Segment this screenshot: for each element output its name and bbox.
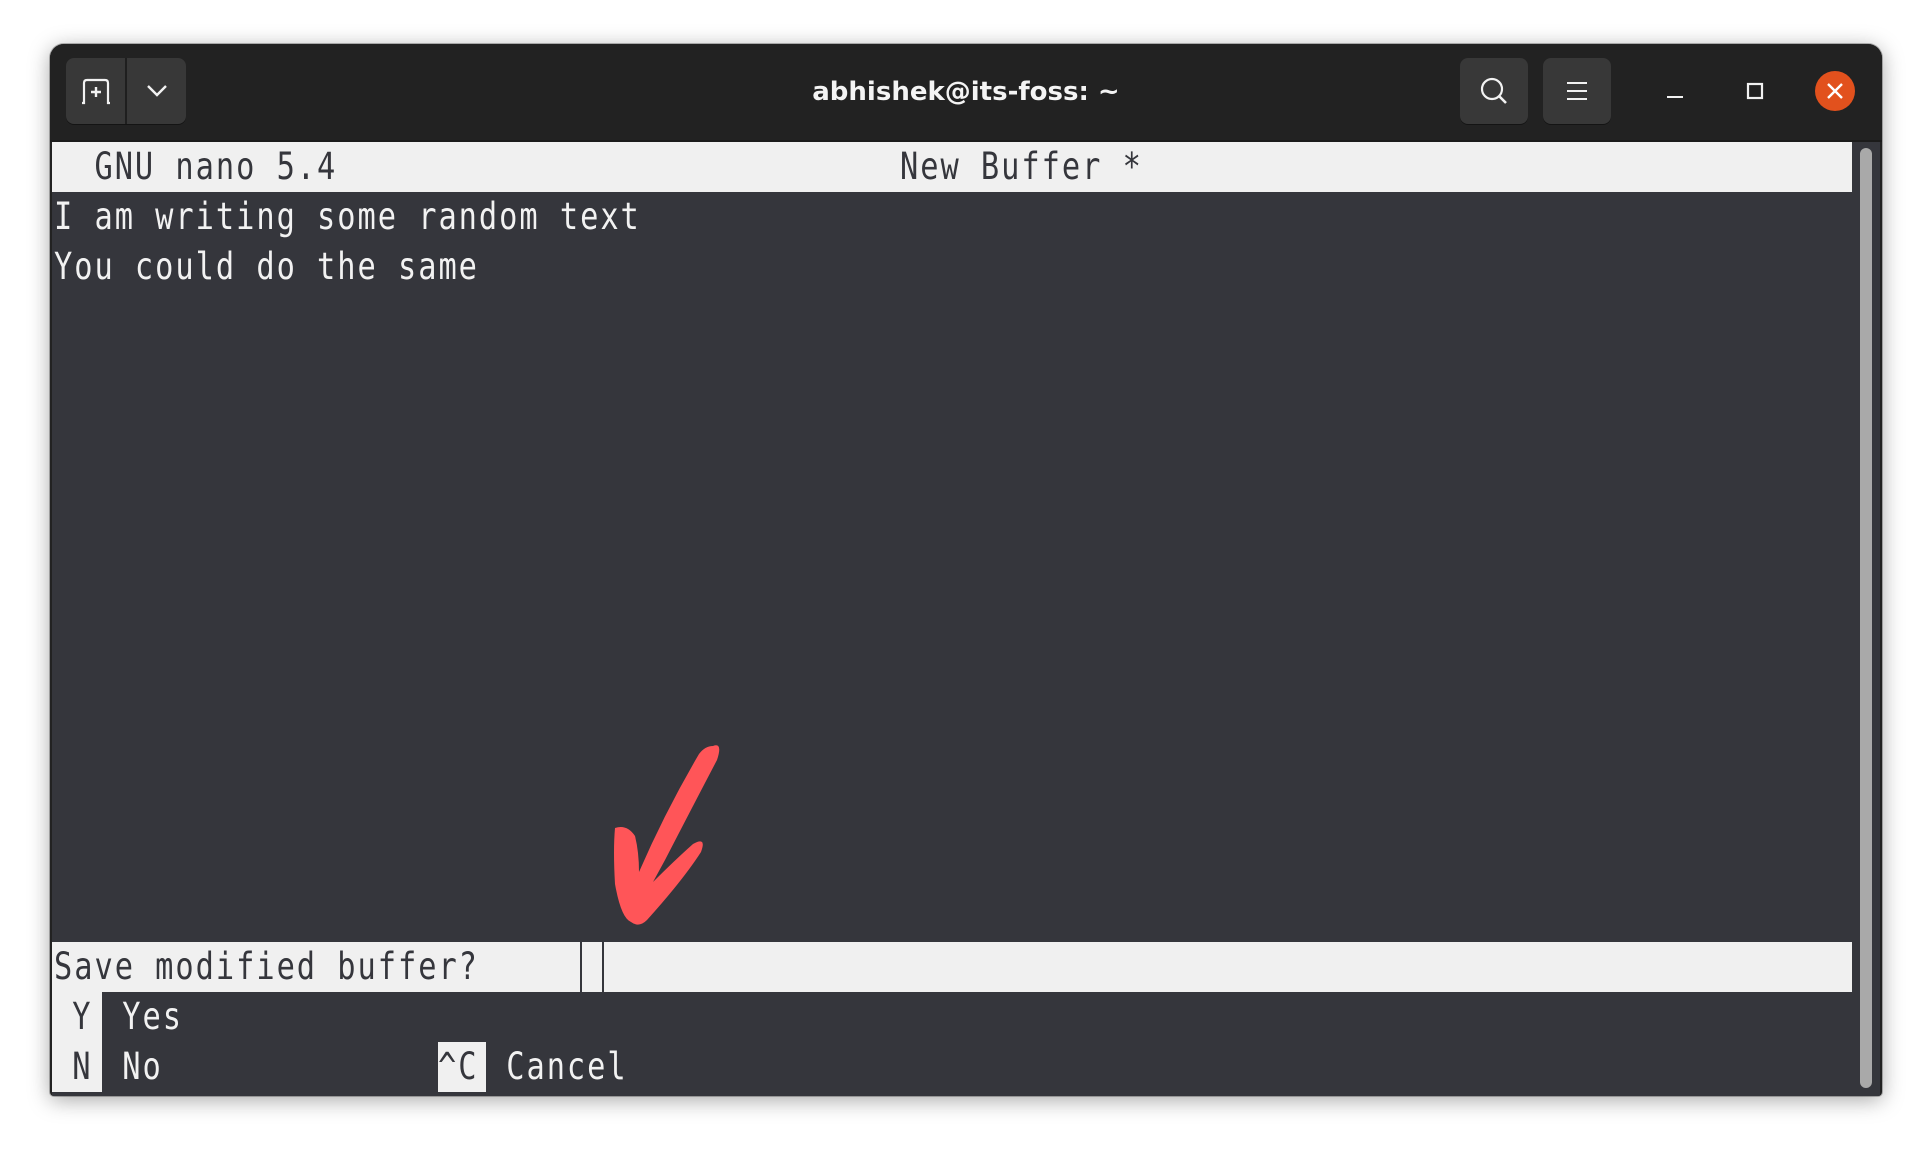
text-line-1: I am writing some random text [54, 195, 641, 238]
new-tab-split-button [66, 58, 186, 124]
prompt-cursor [580, 942, 604, 992]
scrollbar[interactable] [1860, 148, 1872, 1088]
buffer-name: New Buffer * [900, 145, 1143, 188]
shortcut-label-yes[interactable]: Yes [102, 992, 402, 1042]
search-icon [1479, 76, 1509, 106]
minimize-button[interactable] [1650, 66, 1700, 116]
header-bar: abhishek@its-foss: ~ [50, 44, 1882, 142]
chevron-down-icon [146, 84, 168, 98]
new-tab-button[interactable] [66, 58, 125, 124]
prompt-bar[interactable]: Save modified buffer? [52, 942, 1852, 992]
search-button[interactable] [1460, 58, 1528, 124]
nano-title-bar: GNU nano 5.4 New Buffer * [52, 142, 1852, 192]
close-icon [1826, 82, 1844, 100]
hamburger-menu-icon [1566, 81, 1588, 101]
text-line-2: You could do the same [54, 245, 479, 288]
annotation-arrow-icon [595, 732, 725, 932]
shortcut-key-cancel[interactable]: ^C [438, 1042, 486, 1092]
shortcut-label-cancel[interactable]: Cancel [486, 1042, 786, 1092]
close-button[interactable] [1810, 66, 1860, 116]
shortcut-label-no[interactable]: No [102, 1042, 402, 1092]
maximize-icon [1746, 82, 1764, 100]
minimize-icon [1666, 81, 1684, 101]
menu-button[interactable] [1543, 58, 1611, 124]
tab-dropdown-button[interactable] [125, 58, 186, 124]
terminal-window: abhishek@its-foss: ~ GNU nano 5.4 New Bu… [50, 44, 1882, 1096]
shortcut-key-no[interactable]: N [52, 1042, 102, 1092]
shortcut-key-yes[interactable]: Y [52, 992, 102, 1042]
save-prompt: Save modified buffer? [54, 945, 479, 988]
terminal-area[interactable]: GNU nano 5.4 New Buffer * I am writing s… [52, 142, 1880, 1096]
maximize-button[interactable] [1730, 66, 1780, 116]
new-tab-icon [80, 77, 112, 105]
nano-version: GNU nano 5.4 [54, 145, 338, 188]
